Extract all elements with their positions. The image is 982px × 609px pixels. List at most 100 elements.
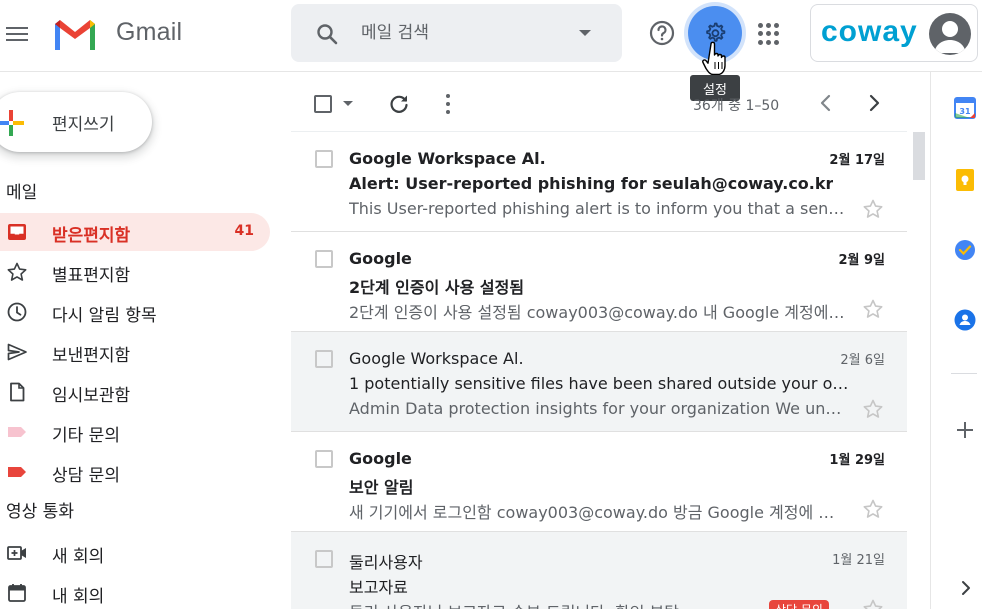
compose-button[interactable]: 편지쓰기 (0, 92, 152, 152)
more-options-icon[interactable] (445, 94, 451, 114)
top-bar: Gmail 설정 coway (0, 0, 982, 101)
search-bar (291, 4, 622, 62)
email-list: Google Workspace Al. Alert: User-reporte… (291, 132, 907, 609)
help-icon[interactable] (648, 19, 676, 47)
row-checkbox[interactable] (315, 550, 333, 568)
email-sender: Google Workspace Al. (349, 349, 524, 368)
chevron-right-icon[interactable] (863, 91, 885, 115)
email-date: 2월 6일 (840, 353, 885, 368)
sidebar-item-label: 상담 문의 (52, 466, 120, 486)
table-row[interactable]: Google 2단계 인증이 사용 설정됨 2단계 인증이 사용 설정됨 cow… (291, 232, 907, 332)
gmail-wordmark[interactable]: Gmail (116, 18, 182, 47)
chevron-left-icon[interactable] (815, 91, 837, 115)
label-icon (8, 467, 26, 477)
sidebar-item-label: 기타 문의 (52, 426, 120, 446)
table-row[interactable]: Google 보안 알림 새 기기에서 로그인함 coway003@coway.… (291, 432, 907, 532)
email-subject: 보안 알림 (349, 478, 414, 497)
star-icon[interactable] (862, 298, 884, 320)
star-icon[interactable] (862, 398, 884, 420)
email-snippet: 새 기기에서 로그인함 coway003@coway.do 방금 Google … (349, 503, 849, 522)
star-icon[interactable] (862, 598, 884, 609)
search-input[interactable] (361, 20, 561, 46)
email-snippet: Admin Data protection insights for your … (349, 399, 849, 418)
email-snippet: 2단계 인증이 사용 설정됨 coway003@coway.do 내 Googl… (349, 303, 849, 322)
email-sender: Google (349, 249, 412, 268)
sidebar-item-drafts[interactable]: 임시보관함 (0, 373, 270, 411)
sidebar-item-label: 내 회의 (52, 587, 105, 607)
contacts-app-icon[interactable] (953, 308, 977, 332)
email-snippet: This User-reported phishing alert is to … (349, 199, 849, 218)
sidebar-item-label: 받은편지함 (52, 226, 131, 246)
sidebar: 편지쓰기 메일 받은편지함 41 별표편지함 다시 알림 항목 보낸편지함 임시… (0, 72, 290, 609)
plus-icon (0, 110, 24, 136)
email-date: 1월 29일 (829, 453, 885, 468)
panel-divider (951, 373, 977, 374)
send-icon (7, 343, 27, 361)
inbox-icon (8, 224, 26, 240)
select-all-checkbox[interactable] (314, 95, 332, 113)
sidebar-item-label: 보낸편지함 (52, 346, 131, 366)
email-sender: 둘리사용자 (349, 553, 423, 572)
email-sender: Google (349, 449, 412, 468)
keep-app-icon[interactable] (953, 168, 977, 192)
email-subject: 2단계 인증이 사용 설정됨 (349, 278, 525, 297)
star-icon (7, 262, 27, 281)
email-date: 2월 9일 (838, 253, 885, 268)
star-icon[interactable] (862, 498, 884, 520)
row-checkbox[interactable] (315, 350, 333, 368)
organization-logo: coway (821, 15, 918, 48)
draft-icon (10, 382, 25, 402)
email-subject: Alert: User-reported phishing for seulah… (349, 174, 834, 193)
search-options-caret-icon[interactable] (579, 30, 591, 36)
mail-toolbar: 36개 중 1–50 (291, 72, 907, 132)
table-row[interactable]: Google Workspace Al. 1 potentially sensi… (291, 332, 907, 432)
sidebar-item-inbox[interactable]: 받은편지함 41 (0, 213, 270, 251)
refresh-icon[interactable] (387, 92, 411, 116)
main-menu-button[interactable] (2, 16, 32, 52)
sidebar-item-new-meeting[interactable]: 새 회의 (0, 534, 270, 572)
avatar[interactable] (929, 13, 971, 55)
gmail-logo-icon[interactable] (52, 16, 98, 52)
scrollbar-thumb[interactable] (913, 132, 925, 180)
account-area[interactable]: coway (810, 4, 978, 62)
sidebar-item-my-meetings[interactable]: 내 회의 (0, 574, 270, 609)
sidebar-item-other-inquiry[interactable]: 기타 문의 (0, 413, 270, 451)
table-row[interactable]: Google Workspace Al. Alert: User-reporte… (291, 132, 907, 232)
unread-count-badge: 41 (234, 223, 254, 239)
apps-grid-icon[interactable] (758, 23, 780, 45)
sidebar-item-snoozed[interactable]: 다시 알림 항목 (0, 293, 270, 331)
person-icon (934, 21, 966, 53)
email-date: 1월 21일 (832, 553, 885, 568)
scrollbar-track[interactable] (910, 132, 928, 609)
calendar-icon (8, 584, 26, 602)
sidebar-item-consult-inquiry[interactable]: 상담 문의 (0, 453, 270, 491)
calendar-app-icon[interactable]: 31 (953, 96, 977, 120)
sidebar-item-label: 별표편지함 (52, 266, 131, 286)
sidebar-item-sent[interactable]: 보낸편지함 (0, 333, 270, 371)
sidebar-item-starred[interactable]: 별표편지함 (0, 253, 270, 291)
compose-label: 편지쓰기 (52, 115, 115, 135)
label-chip[interactable]: 상담 문의 (769, 600, 829, 609)
menu-line (6, 39, 28, 41)
sidebar-item-label: 다시 알림 항목 (52, 306, 157, 326)
menu-line (6, 33, 28, 35)
select-menu-caret-icon[interactable] (343, 101, 353, 106)
clock-icon (7, 302, 27, 322)
tasks-app-icon[interactable] (953, 238, 977, 262)
table-row[interactable]: 둘리사용자 보고자료 둘리 사용자님 보고자료 송부 드립니다. 확인 부탁 1… (291, 532, 907, 609)
email-sender: Google Workspace Al. (349, 149, 546, 168)
search-icon[interactable] (315, 22, 339, 46)
row-checkbox[interactable] (315, 150, 333, 168)
label-icon (8, 427, 26, 437)
mail-section-heading: 메일 (6, 183, 38, 203)
star-icon[interactable] (862, 198, 884, 220)
row-checkbox[interactable] (315, 250, 333, 268)
pagination-range: 36개 중 1–50 (693, 98, 780, 114)
add-app-icon[interactable] (955, 420, 975, 440)
email-snippet: 둘리 사용자님 보고자료 송부 드립니다. 확인 부탁 (349, 599, 679, 609)
row-checkbox[interactable] (315, 450, 333, 468)
email-subject: 1 potentially sensitive files have been … (349, 374, 854, 393)
chevron-right-icon[interactable] (959, 580, 973, 596)
sidebar-item-label: 새 회의 (52, 547, 105, 567)
video-call-section-heading: 영상 통화 (6, 502, 74, 522)
